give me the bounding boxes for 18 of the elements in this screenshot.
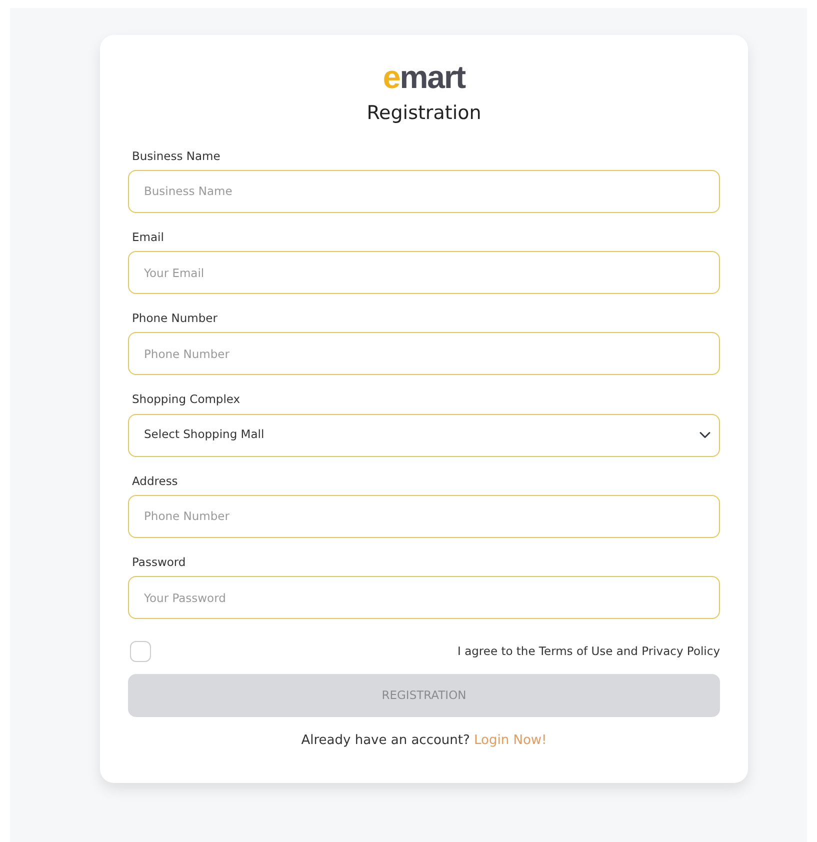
field-label: Address (132, 472, 178, 490)
field-label: Password (132, 554, 186, 571)
agree-text: I agree to the Terms of Use and Privacy Policy (458, 642, 720, 660)
shopping-mall-select[interactable]: Select Shopping Mall (128, 414, 720, 456)
field-label: Business Name (132, 148, 220, 164)
login-link[interactable]: Login Now! (474, 733, 547, 748)
input-field[interactable]: Business Name (128, 170, 720, 213)
field-label: Email (132, 228, 164, 246)
password-field[interactable]: Your Password (128, 576, 720, 619)
form-title: Registration (366, 101, 482, 126)
agree-checkbox[interactable] (130, 641, 151, 662)
login-prompt: Already have an account? Login Now! (301, 733, 547, 748)
input-field[interactable]: Phone Number (128, 494, 720, 538)
field-label: Shopping Complex (132, 391, 240, 408)
input-field[interactable]: Your Email (128, 251, 720, 294)
logo: emart (382, 61, 466, 93)
field-label: Phone Number (132, 310, 218, 327)
input-field[interactable]: Phone Number (128, 332, 720, 376)
